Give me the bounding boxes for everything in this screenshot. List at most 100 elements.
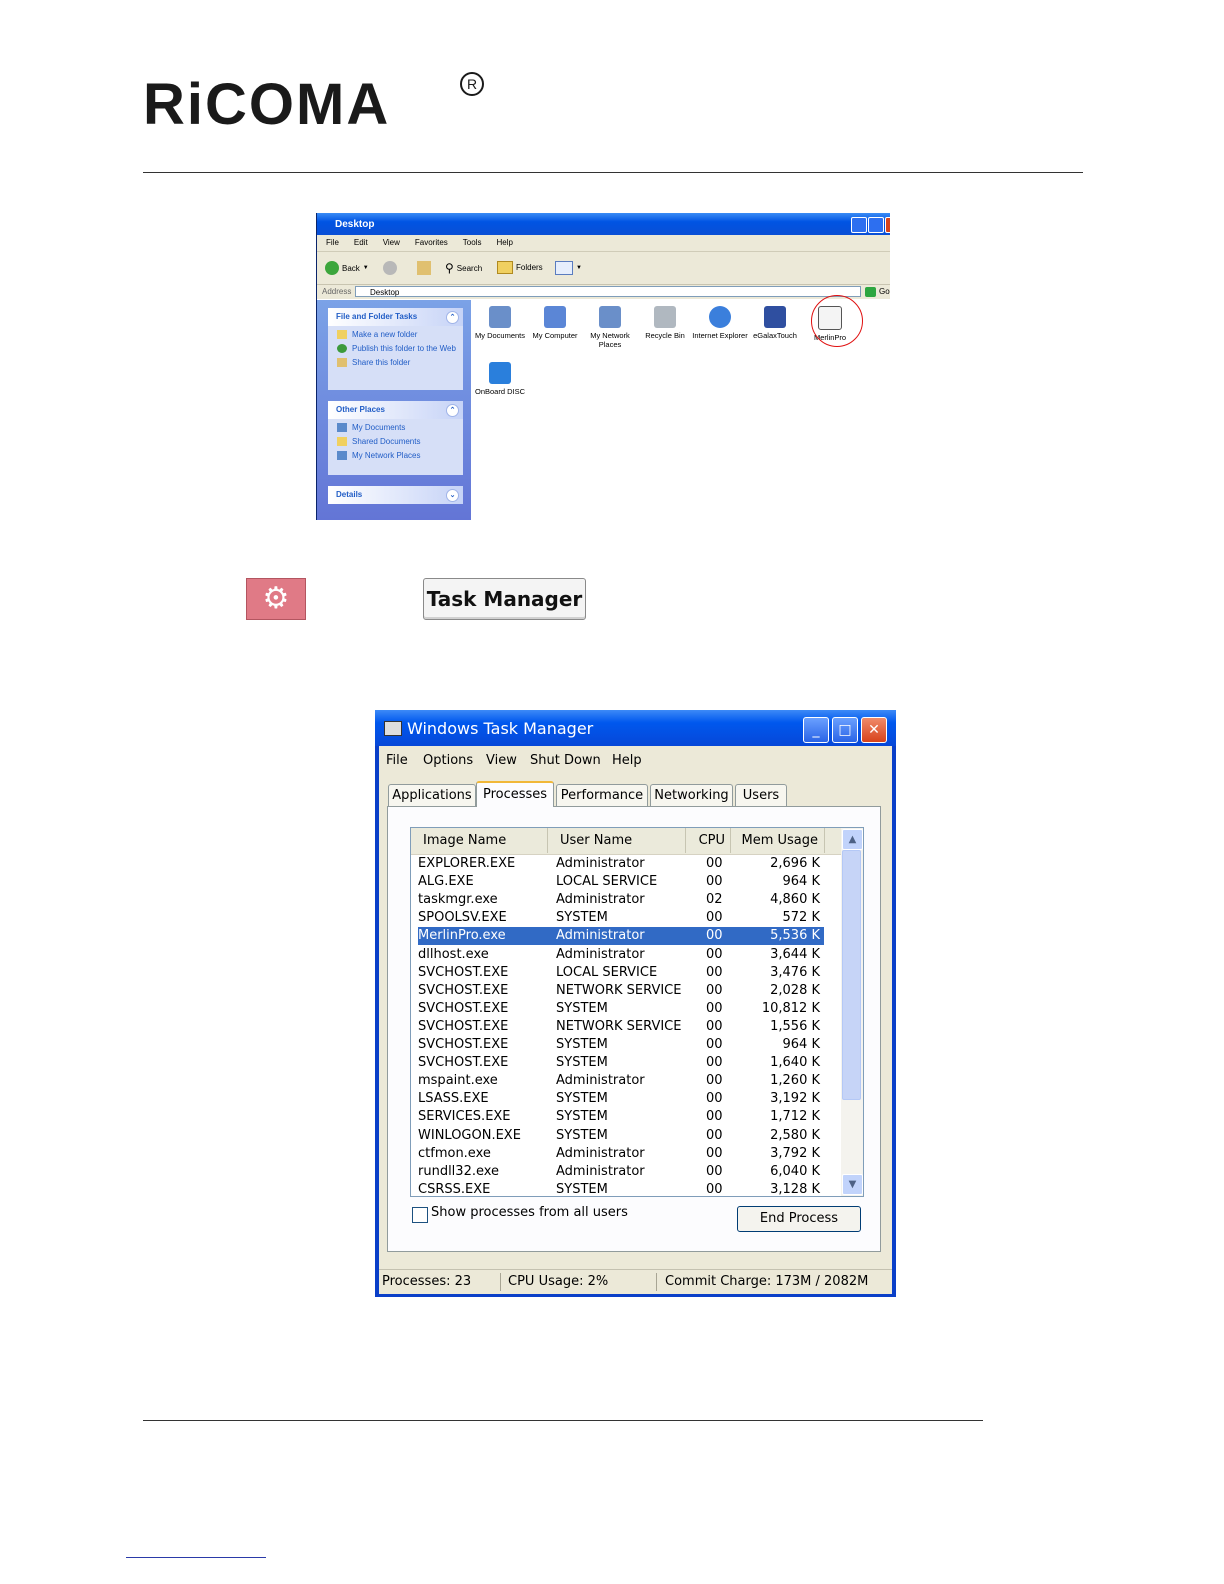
explorer-menu-favorites[interactable]: Favorites — [415, 238, 448, 247]
minimize-icon[interactable] — [851, 217, 867, 233]
table-row[interactable]: SVCHOST.EXE SYSTEM 00 1,640 K — [418, 1054, 824, 1072]
share-folder-icon — [337, 358, 347, 367]
process-image-name: rundll32.exe — [418, 1163, 500, 1179]
end-process-button[interactable]: End Process — [737, 1206, 861, 1232]
forward-button[interactable] — [383, 261, 397, 275]
column-user-name[interactable]: User Name — [548, 828, 686, 853]
process-user-name: Administrator — [556, 928, 645, 944]
tab-networking[interactable]: Networking — [650, 784, 733, 806]
desktop-icon-my-computer[interactable]: My Computer — [527, 306, 583, 340]
table-row[interactable]: ALG.EXE LOCAL SERVICE 00 964 K — [418, 873, 824, 891]
publish-folder-link[interactable]: Publish this folder to the Web — [328, 344, 463, 354]
process-list-scrollbar[interactable]: ▲ ▼ — [841, 828, 863, 1196]
gear-icon[interactable]: ⚙ — [246, 578, 306, 620]
process-image-name: taskmgr.exe — [418, 892, 498, 908]
table-row[interactable]: SVCHOST.EXE LOCAL SERVICE 00 3,476 K — [418, 964, 824, 982]
address-input[interactable]: Desktop — [355, 286, 861, 297]
explorer-menu-view[interactable]: View — [383, 238, 400, 247]
process-user-name: Administrator — [556, 892, 645, 908]
show-all-users-label[interactable]: Show processes from all users — [431, 1205, 628, 1220]
process-mem-usage: 3,476 K — [770, 964, 820, 980]
scroll-down-icon[interactable]: ▼ — [842, 1174, 863, 1195]
explorer-menu-edit[interactable]: Edit — [354, 238, 368, 247]
table-row[interactable]: SVCHOST.EXE NETWORK SERVICE 00 1,556 K — [418, 1018, 824, 1036]
column-image-name[interactable]: Image Name — [411, 828, 548, 853]
tab-processes[interactable]: Processes — [476, 781, 554, 807]
table-row[interactable]: ctfmon.exe Administrator 00 3,792 K — [418, 1145, 824, 1163]
minimize-icon[interactable]: _ — [803, 717, 829, 743]
process-user-name: LOCAL SERVICE — [556, 874, 658, 890]
explorer-titlebar[interactable]: Desktop — [317, 213, 890, 235]
panel-title: Other Places — [336, 405, 385, 414]
chevron-up-icon[interactable]: ⌃ — [446, 404, 459, 417]
table-row[interactable]: CSRSS.EXE SYSTEM 00 3,128 K — [418, 1181, 824, 1196]
explorer-menu-file[interactable]: File — [326, 238, 339, 247]
go-icon[interactable] — [865, 287, 876, 297]
back-button[interactable]: Back ▼ — [325, 261, 369, 275]
table-row[interactable]: SVCHOST.EXE NETWORK SERVICE 00 2,028 K — [418, 982, 824, 1000]
scroll-thumb[interactable] — [842, 850, 861, 1100]
tab-performance[interactable]: Performance — [556, 784, 648, 806]
process-user-name: SYSTEM — [556, 1091, 608, 1107]
desktop-icon-my-documents[interactable]: My Documents — [472, 306, 528, 340]
restore-icon[interactable] — [868, 217, 884, 233]
explorer-title: Desktop — [335, 219, 375, 230]
table-row[interactable]: WINLOGON.EXE SYSTEM 00 2,580 K — [418, 1127, 824, 1145]
desktop-icon-network-places[interactable]: My Network Places — [582, 306, 638, 349]
shared-documents-link[interactable]: Shared Documents — [328, 437, 463, 447]
go-label[interactable]: Go — [879, 285, 890, 299]
table-row[interactable]: LSASS.EXE SYSTEM 00 3,192 K — [418, 1090, 824, 1108]
search-button[interactable]: ⚲ Search — [445, 261, 482, 275]
process-mem-usage: 964 K — [782, 1037, 820, 1052]
chevron-up-icon[interactable]: ⌃ — [446, 311, 459, 324]
tab-applications[interactable]: Applications — [388, 784, 476, 806]
make-new-folder-link[interactable]: Make a new folder — [328, 330, 463, 340]
maximize-icon[interactable]: □ — [832, 717, 858, 743]
explorer-menu-tools[interactable]: Tools — [463, 238, 482, 247]
up-folder-icon — [417, 261, 431, 275]
explorer-toolbar: Back ▼ ⚲ Search Folders ▼ — [317, 252, 890, 285]
desktop-icon-egalaxtouch[interactable]: eGalaxTouch — [747, 306, 803, 340]
my-network-places-link[interactable]: My Network Places — [328, 451, 463, 461]
tab-users[interactable]: Users — [735, 784, 787, 806]
table-row[interactable]: taskmgr.exe Administrator 02 4,860 K — [418, 891, 824, 909]
folders-button[interactable]: Folders — [497, 261, 543, 274]
column-mem-usage[interactable]: Mem Usage — [731, 828, 825, 853]
table-row[interactable]: SVCHOST.EXE SYSTEM 00 964 K — [418, 1036, 824, 1054]
desktop-icon-onboard-disc[interactable]: OnBoard DISC — [472, 362, 528, 396]
chevron-down-icon[interactable]: ⌄ — [446, 489, 459, 502]
share-folder-link[interactable]: Share this folder — [328, 358, 463, 368]
process-mem-usage: 2,028 K — [770, 982, 820, 998]
close-icon[interactable]: ✕ — [861, 717, 887, 743]
process-cpu: 00 — [706, 946, 723, 962]
table-row[interactable]: SVCHOST.EXE SYSTEM 00 10,812 K — [418, 1000, 824, 1018]
menu-help[interactable]: Help — [612, 750, 642, 772]
menu-options[interactable]: Options — [423, 750, 473, 772]
my-documents-link[interactable]: My Documents — [328, 423, 463, 433]
close-icon[interactable] — [885, 217, 890, 233]
column-cpu[interactable]: CPU — [686, 828, 731, 853]
process-user-name: Administrator — [556, 856, 645, 871]
table-row[interactable]: mspaint.exe Administrator 00 1,260 K — [418, 1072, 824, 1090]
table-row[interactable]: rundll32.exe Administrator 00 6,040 K — [418, 1163, 824, 1181]
process-image-name: ctfmon.exe — [418, 1145, 491, 1161]
table-row[interactable]: SPOOLSV.EXE SYSTEM 00 572 K — [418, 909, 824, 927]
task-manager-button[interactable]: Task Manager — [423, 578, 586, 620]
menu-view[interactable]: View — [486, 750, 517, 772]
table-row[interactable]: MerlinPro.exe Administrator 00 5,536 K — [418, 927, 824, 946]
process-list[interactable]: Image Name User Name CPU Mem Usage EXPLO… — [410, 827, 864, 1197]
footer-link-underline — [126, 1557, 266, 1558]
desktop-icon-internet-explorer[interactable]: Internet Explorer — [692, 306, 748, 340]
show-all-users-checkbox[interactable] — [412, 1207, 428, 1223]
menu-file[interactable]: File — [386, 750, 408, 772]
task-manager-titlebar[interactable]: Windows Task Manager _ □ ✕ — [375, 710, 896, 746]
table-row[interactable]: dllhost.exe Administrator 00 3,644 K — [418, 946, 824, 964]
scroll-up-icon[interactable]: ▲ — [842, 829, 863, 850]
menu-shut-down[interactable]: Shut Down — [530, 750, 601, 772]
table-row[interactable]: EXPLORER.EXE Administrator 00 2,696 K — [418, 855, 824, 873]
desktop-icon-recycle-bin[interactable]: Recycle Bin — [637, 306, 693, 340]
up-folder-button[interactable] — [417, 261, 431, 275]
views-button[interactable]: ▼ — [555, 261, 582, 275]
table-row[interactable]: SERVICES.EXE SYSTEM 00 1,712 K — [418, 1108, 824, 1126]
explorer-menu-help[interactable]: Help — [496, 238, 512, 247]
